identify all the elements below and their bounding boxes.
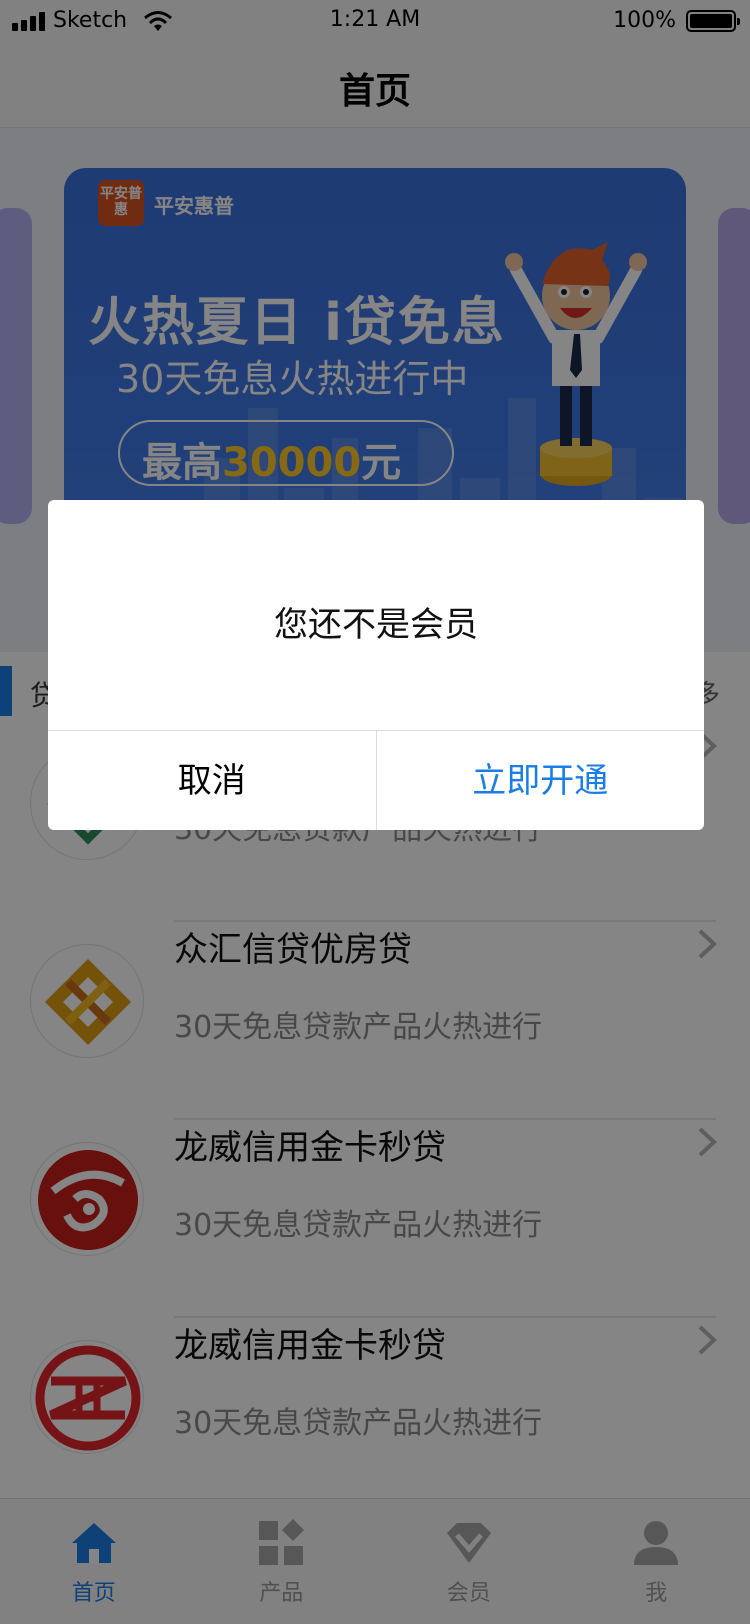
membership-dialog: 您还不是会员 取消 立即开通 (48, 500, 704, 830)
dialog-message: 您还不是会员 (274, 605, 478, 645)
dialog-actions: 取消 立即开通 (48, 730, 704, 830)
activate-button[interactable]: 立即开通 (377, 731, 705, 830)
cancel-button[interactable]: 取消 (48, 731, 377, 830)
